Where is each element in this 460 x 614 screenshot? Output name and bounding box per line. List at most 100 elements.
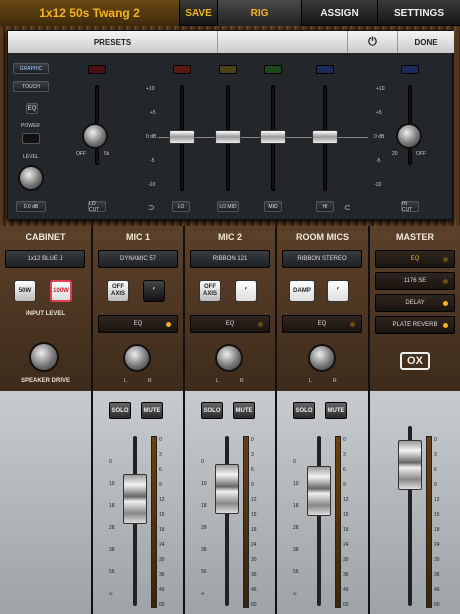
room-filter-icon[interactable]: ⌜ (327, 280, 349, 302)
level-knob[interactable] (18, 165, 44, 191)
preset-name-button[interactable]: 1x12 50s Twang 2 (0, 0, 180, 26)
cabinet-select[interactable]: 1x12 BLUE J (5, 250, 85, 268)
meter-scale-label: 60 (343, 602, 349, 608)
graphic-button[interactable]: GRAPHIC (13, 63, 49, 74)
mic1-solo-button[interactable]: SOLO (109, 402, 131, 419)
hicut-knob[interactable] (396, 123, 422, 149)
mic2-eq-button[interactable]: EQ (190, 315, 270, 333)
fader-scale-label: 28 (109, 525, 115, 531)
meter-scale-label: 46 (343, 587, 349, 593)
fader-scale-label: 28 (293, 525, 299, 531)
master-fx-delay[interactable]: DELAY (375, 294, 455, 312)
mic2-select[interactable]: RIBBON 121 (190, 250, 270, 268)
master-fx-reverb[interactable]: PLATE REVERB (375, 316, 455, 334)
tab-settings[interactable]: SETTINGS (378, 0, 460, 26)
locut-knob[interactable] (82, 123, 108, 149)
cabinet-strip: CABINET 1x12 BLUE J 50W 100W INPUT LEVEL… (0, 226, 91, 614)
lowshelf-icon: ⊃ (148, 203, 155, 212)
input-level-label: INPUT LEVEL (25, 311, 65, 317)
done-button[interactable]: DONE (398, 31, 454, 53)
fader-scale-label: 38 (201, 547, 207, 553)
tab-assign[interactable]: ASSIGN (302, 0, 378, 26)
mic2-title: MIC 2 (217, 232, 242, 242)
locut-button[interactable]: LO CUT (88, 201, 106, 213)
fader-scale-label: 18 (109, 503, 115, 509)
mic2-mute-button[interactable]: MUTE (233, 402, 255, 419)
mic1-filter-icon[interactable]: ⌜ (143, 280, 165, 302)
meter-scale-label: 9 (343, 482, 346, 488)
meter-scale-label: 18 (159, 527, 165, 533)
lomid-fader[interactable] (215, 130, 241, 144)
room-mute-button[interactable]: MUTE (325, 402, 347, 419)
mic1-offaxis-button[interactable]: OFF AXIS (107, 280, 129, 302)
master-fx-eq[interactable]: EQ (375, 250, 455, 268)
mic2-offaxis-button[interactable]: OFF AXIS (199, 280, 221, 302)
room-fader[interactable] (307, 466, 331, 516)
meter-scale-label: 24 (434, 542, 440, 548)
meter-scale-label: 9 (159, 482, 162, 488)
scale-label: -5 (376, 158, 381, 164)
fader-scale-label: 0 (293, 459, 296, 465)
speaker-drive-label: SPEAKER DRIVE (20, 378, 70, 384)
speaker-drive-knob[interactable] (29, 342, 59, 372)
meter-scale-label: 46 (251, 587, 257, 593)
meter-scale-label: 0 (434, 437, 437, 443)
mic1-fader[interactable] (123, 474, 147, 524)
mic2-solo-button[interactable]: SOLO (201, 402, 223, 419)
room-eq-button[interactable]: EQ (282, 315, 362, 333)
level-label: LEVEL (23, 154, 39, 160)
meter-scale-label: 3 (343, 452, 346, 458)
damp-button[interactable]: DAMP (289, 280, 315, 302)
presets-button[interactable]: PRESETS (8, 31, 218, 53)
hicut-button[interactable]: HI CUT (401, 201, 419, 213)
mic2-pan-r: R (240, 378, 244, 384)
tab-rig[interactable]: RIG (218, 0, 302, 26)
mic1-eq-led (166, 322, 171, 327)
band-mid-button[interactable]: MID (264, 201, 282, 212)
mic1-eq-button[interactable]: EQ (98, 315, 178, 333)
mic1-mute-button[interactable]: MUTE (141, 402, 163, 419)
eq-button[interactable]: EQ (26, 103, 38, 114)
mic1-select[interactable]: DYNAMIC 57 (98, 250, 178, 268)
preset-display (218, 31, 348, 53)
hi-led (316, 65, 334, 74)
fader-scale-label: 10 (293, 481, 299, 487)
meter-scale-label: 30 (434, 557, 440, 563)
band-lomid-button[interactable]: LO MID (217, 201, 239, 212)
master-fx-reverb-led (443, 323, 448, 328)
meter-scale-label: 0 (343, 437, 346, 443)
master-fx-delay-label: DELAY (405, 300, 425, 306)
mic1-strip: MIC 1 DYNAMIC 57 OFF AXIS ⌜ EQ L R SOLO … (93, 226, 183, 614)
scale-label: +10 (146, 86, 155, 92)
master-fader[interactable] (398, 440, 422, 490)
master-fx-1176[interactable]: 1176 SE (375, 272, 455, 290)
mic1-pan-l: L (124, 378, 127, 384)
master-fx-1176-led (443, 279, 448, 284)
mid-fader[interactable] (260, 130, 286, 144)
room-select[interactable]: RIBBON STEREO (282, 250, 362, 268)
mic1-pan-knob[interactable] (123, 344, 151, 372)
power-icon[interactable]: ⏻ (348, 31, 398, 53)
lo-led (173, 65, 191, 74)
fader-scale-label: ∞ (293, 591, 297, 597)
lo-fader[interactable] (169, 130, 195, 144)
band-lo-button[interactable]: LO (172, 201, 190, 212)
50w-button[interactable]: 50W (14, 280, 36, 302)
save-button[interactable]: SAVE (180, 0, 218, 26)
power-switch[interactable] (22, 133, 40, 144)
100w-button[interactable]: 100W (50, 280, 72, 302)
eq-panel: PRESETS ⏻ DONE GRAPHIC TOUCH EQ POWER LE… (7, 30, 454, 220)
room-solo-button[interactable]: SOLO (293, 402, 315, 419)
touch-button[interactable]: TOUCH (13, 81, 49, 92)
fader-scale-label: 18 (201, 503, 207, 509)
mic2-filter-icon[interactable]: ⌜ (235, 280, 257, 302)
room-pan-l: L (309, 378, 312, 384)
hi-fader[interactable] (312, 130, 338, 144)
room-pan-knob[interactable] (308, 344, 336, 372)
mic2-fader-track (225, 436, 229, 606)
mic2-eq-label: EQ (225, 321, 235, 327)
mic2-fader[interactable] (215, 464, 239, 514)
band-hi-button[interactable]: HI (316, 201, 334, 212)
mic2-pan-knob[interactable] (215, 344, 243, 372)
meter-scale-label: 15 (251, 512, 257, 518)
